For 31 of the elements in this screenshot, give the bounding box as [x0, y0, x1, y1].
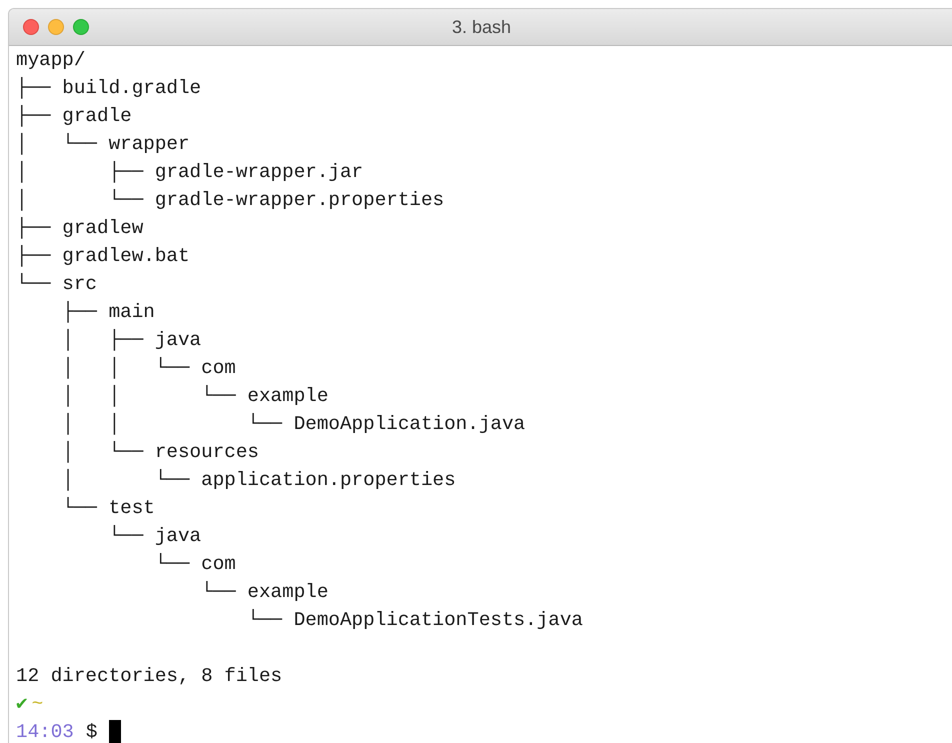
- terminal-line: │ └── wrapper: [16, 132, 191, 157]
- prompt-time: 14:03: [16, 720, 74, 743]
- terminal-line: └── com: [154, 552, 237, 577]
- terminal-line: │ └── application.properties: [61, 468, 457, 493]
- terminal-line: myapp/: [16, 48, 86, 73]
- window-title: 3. bash: [450, 16, 512, 38]
- terminal-line: │ │ └── DemoApplication.java: [61, 412, 526, 437]
- terminal-line: └── java: [108, 524, 202, 549]
- terminal-line: 12 directories, 8 files: [16, 664, 284, 689]
- terminal-line: ├── gradlew.bat: [16, 244, 191, 269]
- status-check: ✔: [16, 692, 28, 717]
- current-directory: ~: [32, 692, 44, 717]
- terminal-line: └── example: [200, 580, 330, 605]
- zoom-button[interactable]: [73, 19, 89, 35]
- terminal-line: ├── main: [61, 300, 156, 325]
- prompt-symbol: $: [86, 720, 98, 743]
- terminal-line: └── src: [16, 272, 98, 297]
- close-button[interactable]: [23, 19, 39, 35]
- text-cursor: [109, 720, 122, 743]
- terminal-line: │ │ └── com: [61, 356, 237, 381]
- terminal-line: └── DemoApplicationTests.java: [246, 608, 584, 633]
- terminal-line: └── test: [61, 496, 156, 521]
- terminal-line: ├── gradlew: [16, 216, 144, 241]
- terminal-line: │ ├── gradle-wrapper.jar: [16, 160, 364, 185]
- terminal-line: │ └── resources: [61, 440, 260, 465]
- terminal-line: │ ├── java: [61, 328, 202, 353]
- terminal-line: ├── gradle: [16, 104, 133, 129]
- minimize-button[interactable]: [48, 19, 64, 35]
- terminal-line: │ └── gradle-wrapper.properties: [16, 188, 446, 213]
- terminal-line: │ │ └── example: [61, 384, 330, 409]
- terminal-line: ├── build.gradle: [16, 76, 202, 101]
